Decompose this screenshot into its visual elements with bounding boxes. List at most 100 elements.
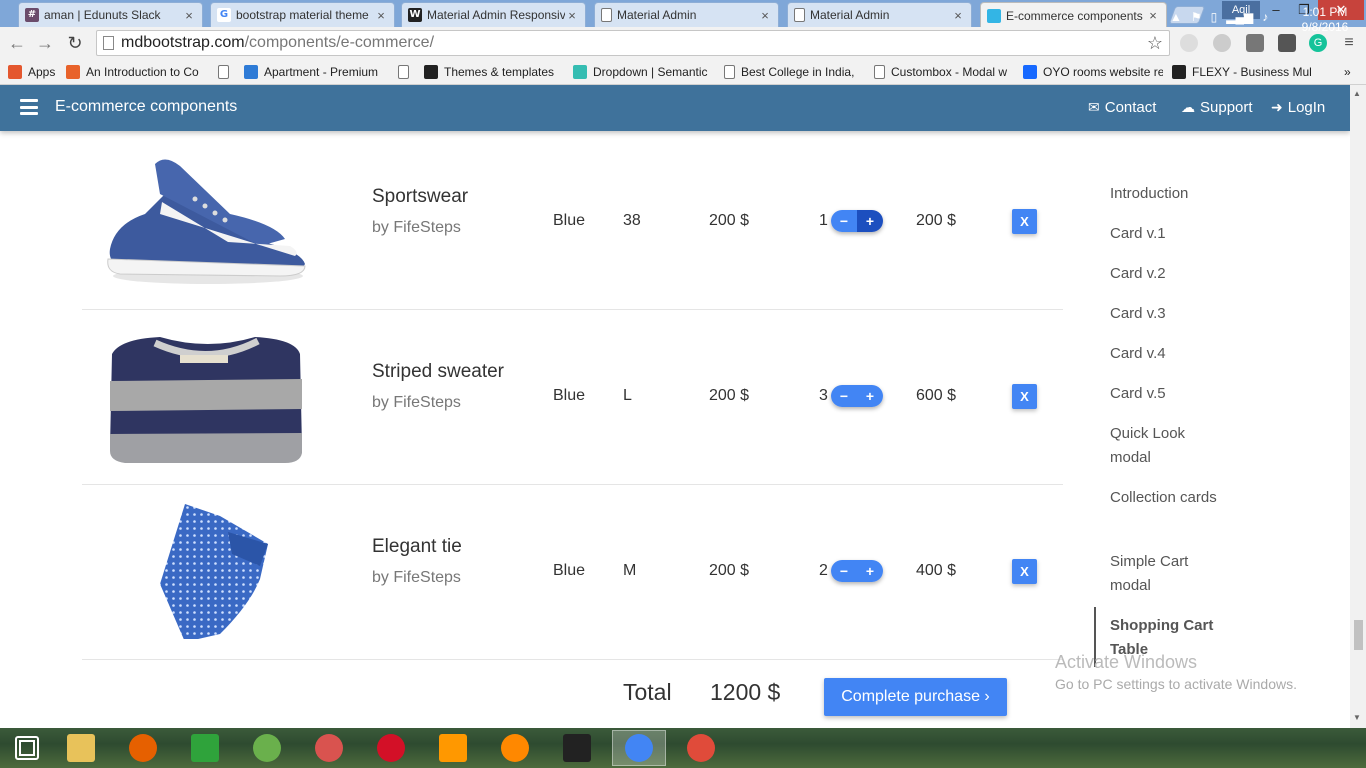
url-host: mdbootstrap.com xyxy=(121,34,245,51)
bookmark-item[interactable]: OYO rooms website re xyxy=(1023,63,1163,81)
toc-item-introduction[interactable]: Introduction xyxy=(1110,182,1220,206)
taskbar-app[interactable] xyxy=(116,730,170,766)
taskbar-app[interactable] xyxy=(178,730,232,766)
back-icon[interactable]: ← xyxy=(6,32,28,54)
toc-item-card-v2[interactable]: Card v.2 xyxy=(1110,262,1220,286)
bookmark-star-icon[interactable]: ☆ xyxy=(1147,31,1163,55)
site-brand[interactable]: E-commerce components xyxy=(55,98,237,116)
editor-e-icon xyxy=(563,734,591,762)
browser-tab[interactable]: # aman | Edunuts Slack × xyxy=(18,2,203,27)
taskbar-app[interactable] xyxy=(364,730,418,766)
bookmark-item[interactable]: Apartment - Premium xyxy=(244,63,386,81)
nav-login[interactable]: ➜ LogIn xyxy=(1271,99,1325,116)
taskbar-app[interactable] xyxy=(0,730,54,766)
product-price: 200 $ xyxy=(709,562,750,579)
scroll-up-icon[interactable]: ▲ xyxy=(1353,89,1361,98)
bookmark-item[interactable]: Best College in India, xyxy=(724,63,864,81)
bookmark-item[interactable]: An Introduction to Co xyxy=(66,63,208,81)
close-tab-icon[interactable]: × xyxy=(374,8,388,23)
browser-tab[interactable]: Material Admin × xyxy=(787,2,972,27)
plus-icon xyxy=(66,65,80,79)
close-tab-icon[interactable]: × xyxy=(951,8,965,23)
grammarly-icon[interactable]: G xyxy=(1309,34,1327,52)
bookmark-item[interactable]: Themes & templates xyxy=(424,63,564,81)
bookmark-item[interactable]: Dropdown | Semantic xyxy=(573,63,713,81)
house-icon xyxy=(244,65,258,79)
page-icon xyxy=(103,36,114,50)
remove-item-button[interactable]: X xyxy=(1012,209,1037,234)
extension-icon[interactable] xyxy=(1278,34,1296,52)
product-name[interactable]: Sportswear xyxy=(372,186,468,208)
toc-item-simple-cart-modal[interactable]: Simple Cart modal xyxy=(1110,550,1220,598)
browser-tab-title: bootstrap material theme xyxy=(236,8,369,22)
product-name[interactable]: Striped sweater xyxy=(372,361,504,383)
browser-tab[interactable]: Gbootstrap material theme × xyxy=(210,2,395,27)
product-brand: by FifeSteps xyxy=(372,569,461,586)
bookmark-item[interactable] xyxy=(398,63,418,81)
nav-support[interactable]: ☁ Support xyxy=(1181,99,1253,116)
tray-expand-icon[interactable]: ▲ xyxy=(1170,10,1182,24)
taskbar-app[interactable] xyxy=(612,730,666,766)
taskbar-app[interactable] xyxy=(54,730,108,766)
bookmark-item[interactable]: Custombox - Modal w xyxy=(874,63,1014,81)
page-scrollbar[interactable]: ▲ ▼ xyxy=(1350,85,1366,728)
hamburger-menu-icon[interactable] xyxy=(20,99,38,115)
taskbar-app[interactable] xyxy=(302,730,356,766)
address-bar[interactable]: mdbootstrap.com/components/e-commerce/ ☆ xyxy=(96,30,1170,56)
shield-icon[interactable] xyxy=(1246,34,1264,52)
battery-icon[interactable]: ▯ xyxy=(1211,10,1218,24)
remove-item-button[interactable]: X xyxy=(1012,559,1037,584)
scroll-down-icon[interactable]: ▼ xyxy=(1353,713,1361,722)
volume-icon[interactable]: ♪ xyxy=(1262,10,1268,24)
browser-tab[interactable]: W Material Admin Responsiv × xyxy=(401,2,586,27)
reload-icon[interactable]: ↻ xyxy=(64,32,86,54)
browser-tab[interactable]: E-commerce components × xyxy=(980,2,1167,28)
taskbar-app[interactable] xyxy=(240,730,294,766)
toc-item-card-v3[interactable]: Card v.3 xyxy=(1110,302,1220,326)
action-center-flag-icon[interactable]: ⚑ xyxy=(1191,10,1202,24)
bookmarks-overflow-icon[interactable]: » xyxy=(1344,63,1351,81)
decrease-quantity-button[interactable]: − xyxy=(830,385,857,407)
toc-item-card-v4[interactable]: Card v.4 xyxy=(1110,342,1220,366)
page-icon xyxy=(218,65,229,79)
extension-icon[interactable] xyxy=(1213,34,1231,52)
taskbar-clock[interactable]: 1:01 PM 9/8/2016 xyxy=(1290,5,1360,35)
toc-item-card-v1[interactable]: Card v.1 xyxy=(1110,222,1220,246)
product-name[interactable]: Elegant tie xyxy=(372,536,462,558)
close-tab-icon[interactable]: × xyxy=(182,8,196,23)
taskbar-app[interactable] xyxy=(550,730,604,766)
sign-in-icon: ➜ xyxy=(1271,99,1283,116)
close-tab-icon[interactable]: × xyxy=(1146,8,1160,23)
extension-icon[interactable] xyxy=(1180,34,1198,52)
decrease-quantity-button[interactable]: − xyxy=(830,560,857,582)
increase-quantity-button[interactable]: + xyxy=(856,385,883,407)
close-tab-icon[interactable]: × xyxy=(565,8,579,23)
network-signal-icon[interactable]: ▂▄▆ xyxy=(1226,10,1253,24)
close-tab-icon[interactable]: × xyxy=(758,8,772,23)
complete-purchase-button[interactable]: Complete purchase › xyxy=(824,678,1007,716)
product-price: 200 $ xyxy=(709,387,750,404)
remove-item-button[interactable]: X xyxy=(1012,384,1037,409)
scrollbar-thumb[interactable] xyxy=(1354,620,1363,650)
toc-item-quick-look-modal[interactable]: Quick Look modal xyxy=(1110,422,1220,470)
increase-quantity-button[interactable]: + xyxy=(856,560,883,582)
bookmark-item[interactable]: Apps xyxy=(8,63,60,81)
snipping-tool-icon xyxy=(315,734,343,762)
menu-icon[interactable]: ≡ xyxy=(1340,34,1358,52)
nav-contact[interactable]: ✉ Contact xyxy=(1088,99,1156,116)
quantity-stepper: 1 − + xyxy=(819,210,883,232)
taskbar-app[interactable] xyxy=(488,730,542,766)
increase-quantity-button[interactable]: + xyxy=(856,210,883,232)
bookmark-item[interactable] xyxy=(218,63,238,81)
browser-tab[interactable]: Material Admin × xyxy=(594,2,779,27)
bookmark-item[interactable]: FLEXY - Business Mult xyxy=(1172,63,1312,81)
taskbar-app[interactable] xyxy=(674,730,728,766)
s-icon xyxy=(573,65,587,79)
page-icon xyxy=(874,65,885,79)
forward-icon[interactable]: → xyxy=(34,32,56,54)
toc-item-collection-cards[interactable]: Collection cards xyxy=(1110,486,1220,510)
taskbar-app[interactable] xyxy=(426,730,480,766)
decrease-quantity-button[interactable]: − xyxy=(830,210,857,232)
table-row: Elegant tie by FifeSteps Blue M 200 $ 2 … xyxy=(82,484,1063,659)
toc-item-card-v5[interactable]: Card v.5 xyxy=(1110,382,1220,406)
